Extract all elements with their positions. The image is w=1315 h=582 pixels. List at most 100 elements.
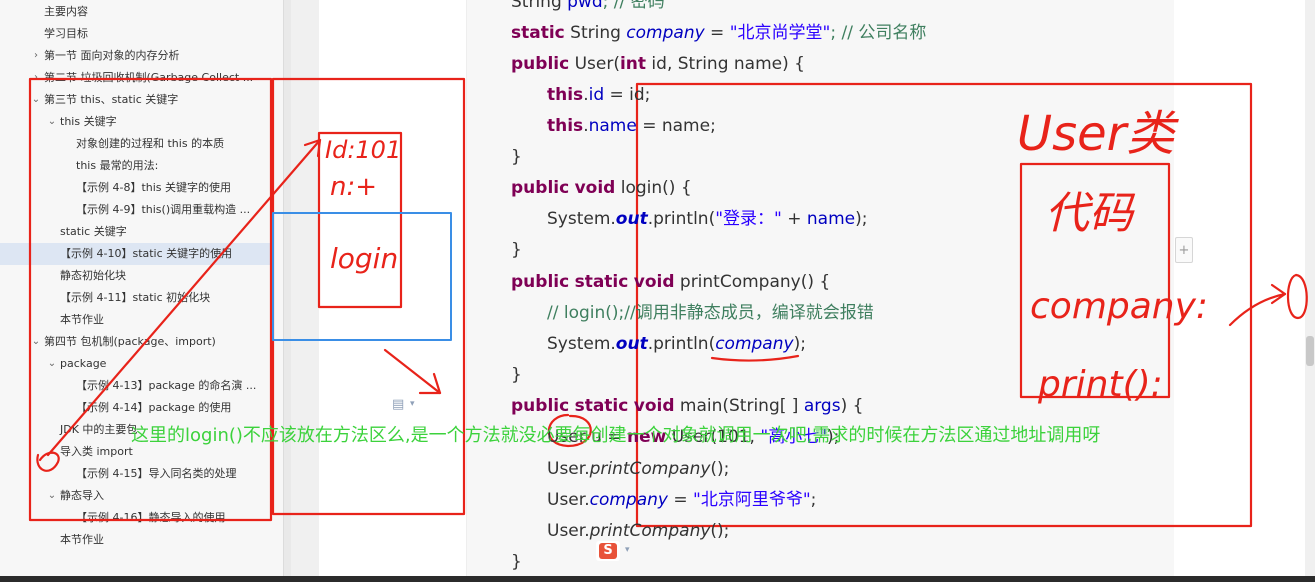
outline-item[interactable]: 学习目标 bbox=[0, 23, 272, 45]
outline-item[interactable]: 本节作业 bbox=[0, 529, 272, 551]
outline-item-label: static 关键字 bbox=[60, 225, 127, 238]
outline-item[interactable]: 【示例 4-9】this()调用重载构造 ... bbox=[0, 199, 272, 221]
code-token: ); bbox=[793, 334, 806, 354]
code-token: printCompany() { bbox=[674, 272, 831, 292]
code-token: } bbox=[511, 552, 522, 572]
code-line: public User(int id, String name) { bbox=[511, 50, 805, 78]
outline-item[interactable]: ⌄ this 关键字 bbox=[0, 111, 272, 133]
code-token: ) { bbox=[840, 396, 864, 416]
outline-item-label: 【示例 4-11】static 初始化块 bbox=[60, 291, 211, 304]
code-token: printCompany bbox=[589, 521, 711, 541]
outline-item[interactable]: 【示例 4-15】导入同名类的处理 bbox=[0, 463, 272, 485]
outline-item-label: 【示例 4-9】this()调用重载构造 ... bbox=[76, 203, 251, 216]
code-token: System. bbox=[547, 334, 616, 354]
code-line: // login();//调用非静态成员，编译就会报错 bbox=[547, 299, 874, 327]
chevron-down-icon[interactable]: ⌄ bbox=[46, 111, 58, 133]
outline-sidebar: 主要内容 学习目标 › 第一节 面向对象的内存分析 › 第二节 垃圾回收机制(Garbag… bbox=[0, 0, 283, 576]
chevron-right-icon[interactable]: › bbox=[30, 67, 42, 89]
document-scrollbar[interactable] bbox=[1305, 0, 1315, 576]
code-line: public void login() { bbox=[511, 174, 692, 202]
scrollbar-thumb[interactable] bbox=[1306, 336, 1314, 366]
outline-item-label: 静态导入 bbox=[60, 489, 104, 502]
code-token: this bbox=[547, 85, 584, 105]
code-line: } bbox=[511, 548, 522, 576]
outline-item[interactable]: › 第二节 垃圾回收机制(Garbage Collect ... bbox=[0, 67, 272, 89]
code-line: User.company = "北京阿里爷爷"; bbox=[547, 486, 816, 514]
code-token: (); bbox=[710, 459, 730, 479]
chevron-down-icon[interactable]: ⌄ bbox=[46, 485, 58, 507]
chevron-down-icon[interactable]: ⌄ bbox=[46, 353, 58, 375]
outline-item[interactable]: this 最常的用法: bbox=[0, 155, 272, 177]
outline-item-label: 主要内容 bbox=[44, 5, 88, 18]
chevron-down-icon[interactable]: ⌄ bbox=[46, 441, 58, 463]
code-token: void bbox=[574, 178, 616, 198]
code-line: User.printCompany(); bbox=[547, 455, 729, 483]
code-token: printCompany bbox=[589, 459, 711, 479]
code-token: .println( bbox=[647, 334, 716, 354]
code-token: System. bbox=[547, 209, 616, 229]
outline-item[interactable]: › 第一节 面向对象的内存分析 bbox=[0, 45, 272, 67]
outline-item[interactable]: 【示例 4-14】package 的使用 bbox=[0, 397, 272, 419]
code-token: company bbox=[626, 23, 705, 43]
outline-item[interactable]: 本节作业 bbox=[0, 309, 272, 331]
outline-item[interactable]: 主要内容 bbox=[0, 1, 272, 23]
code-token: id, String name) { bbox=[646, 54, 805, 74]
code-token: = id; bbox=[604, 85, 651, 105]
outline-item[interactable]: ⌄ package bbox=[0, 353, 272, 375]
outline-item-label: JDK 中的主要包 bbox=[60, 423, 138, 436]
code-token: = bbox=[704, 23, 730, 43]
outline-item[interactable]: ⌄ 第四节 包机制(package、import) bbox=[0, 331, 272, 353]
code-token: args bbox=[803, 396, 841, 416]
outline-item[interactable]: ⌄ 第三节 this、static 关键字 bbox=[0, 89, 272, 111]
chevron-right-icon[interactable]: › bbox=[30, 45, 42, 67]
outline-item[interactable]: 【示例 4-8】this 关键字的使用 bbox=[0, 177, 272, 199]
code-token: "登录：" bbox=[715, 209, 782, 229]
outline-item[interactable]: 【示例 4-11】static 初始化块 bbox=[0, 287, 272, 309]
chevron-down-icon[interactable]: ⌄ bbox=[30, 89, 42, 111]
outline-item[interactable]: 对象创建的过程和 this 的本质 bbox=[0, 133, 272, 155]
code-token: .println( bbox=[647, 209, 716, 229]
code-token: } bbox=[511, 240, 522, 260]
code-token: void bbox=[633, 272, 675, 292]
outline-item[interactable]: ⌄ 静态导入 bbox=[0, 485, 272, 507]
outline-item[interactable]: 【示例 4-10】static 关键字的使用 bbox=[0, 243, 272, 265]
outline-item[interactable]: 静态初始化块 bbox=[0, 265, 272, 287]
code-token: public bbox=[511, 396, 570, 416]
outline-item[interactable]: 【示例 4-13】package 的命名演 ... bbox=[0, 375, 272, 397]
outline-item-label: 【示例 4-14】package 的使用 bbox=[76, 401, 232, 414]
code-token: User( bbox=[569, 54, 620, 74]
code-token: name bbox=[806, 209, 856, 229]
code-token: ; // 密码 bbox=[602, 0, 665, 12]
code-token: String bbox=[511, 0, 568, 12]
code-token: pwd bbox=[567, 0, 603, 12]
paragraph-icon[interactable]: ▤ bbox=[392, 397, 404, 412]
code-line: } bbox=[511, 361, 522, 389]
code-token: company bbox=[589, 490, 668, 510]
code-token: public bbox=[511, 178, 570, 198]
outline-item-label: 第二节 垃圾回收机制(Garbage Collect ... bbox=[44, 71, 254, 84]
code-token: ; bbox=[810, 490, 817, 510]
code-token: this bbox=[547, 116, 584, 136]
outline-item-label: 【示例 4-10】static 关键字的使用 bbox=[60, 247, 233, 260]
code-token: main(String[ ] bbox=[674, 396, 804, 416]
add-block-button[interactable]: + bbox=[1175, 237, 1193, 263]
chevron-down-icon[interactable]: ⌄ bbox=[30, 331, 42, 353]
outline-item-label: 第三节 this、static 关键字 bbox=[44, 93, 179, 106]
outline-item-label: 第一节 面向对象的内存分析 bbox=[44, 49, 180, 62]
code-token: out bbox=[615, 209, 648, 229]
code-line: this.id = id; bbox=[547, 81, 650, 109]
code-line: } bbox=[511, 236, 522, 264]
code-token: public bbox=[511, 272, 570, 292]
overlay-comment: 这里的login()不应该放在方法区么,是一个方法就没必要每创建一个对象就调用一… bbox=[131, 425, 1101, 446]
code-token: User. bbox=[547, 490, 590, 510]
outline-item[interactable]: static 关键字 bbox=[0, 221, 272, 243]
chevron-down-icon[interactable]: ▾ bbox=[625, 545, 630, 555]
code-token: User. bbox=[547, 459, 590, 479]
outline-item-label: this 最常的用法: bbox=[76, 159, 159, 172]
outline-item-label: 学习目标 bbox=[44, 27, 88, 40]
chevron-down-icon[interactable]: ▾ bbox=[410, 399, 415, 409]
outline-item-label: 导入类 import bbox=[60, 445, 133, 458]
s-logo-glyph: S bbox=[599, 543, 617, 559]
code-token: static bbox=[574, 272, 629, 292]
outline-item[interactable]: 【示例 4-16】静态导入的使用 bbox=[0, 507, 272, 529]
